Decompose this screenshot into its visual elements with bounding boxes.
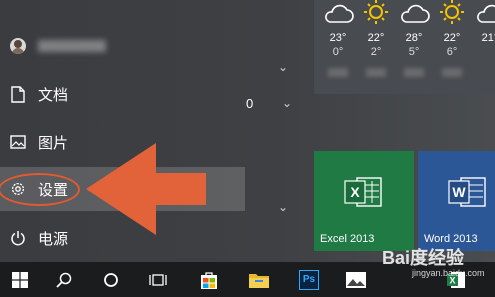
weather-redacted (366, 68, 386, 77)
power-icon (4, 230, 32, 246)
menu-item-documents[interactable]: 文档 (0, 72, 245, 116)
cloud-icon (477, 4, 495, 23)
tile-excel-2013[interactable]: X Excel 2013 (314, 151, 414, 251)
photoshop-icon: Ps (299, 269, 319, 290)
weather-high: 22° (443, 32, 461, 44)
search-icon (56, 272, 72, 288)
weather-high: 28° (405, 32, 423, 44)
chevron-down-icon[interactable]: ⌄ (278, 60, 288, 74)
svg-text:W: W (452, 184, 466, 200)
weather-redacted (404, 68, 424, 77)
start-menu: 文档 图片 设置 电源 ⌄ ⌄ 0 ⌄ 23° 0° 22° 2° 28° 5°… (0, 0, 495, 262)
menu-item-label: 图片 (38, 134, 69, 152)
store-icon (201, 271, 217, 289)
weather-day: 22° 6° (434, 0, 470, 77)
windows-start-button[interactable] (0, 262, 40, 297)
photoshop-button[interactable]: Ps (289, 262, 329, 297)
sun-icon (440, 0, 464, 24)
tile-label: Excel 2013 (320, 233, 375, 245)
menu-item-label: 文档 (38, 86, 69, 104)
store-button[interactable] (189, 262, 229, 297)
weather-day: 21° (472, 0, 495, 44)
task-view-icon (149, 273, 167, 286)
sun-icon (364, 0, 388, 24)
weather-high: 22° (367, 32, 385, 44)
weather-low: 6° (446, 46, 458, 58)
user-account-button[interactable] (0, 24, 245, 68)
picture-icon (4, 135, 32, 149)
username-redacted (38, 40, 106, 52)
photos-button[interactable] (336, 262, 376, 297)
chevron-down-icon[interactable]: ⌄ (282, 96, 292, 110)
windows-start-icon (12, 271, 28, 288)
tile-word-2013[interactable]: W Word 2013 (418, 151, 495, 251)
weather-day: 22° 2° (358, 0, 394, 77)
weather-low: 5° (408, 46, 420, 58)
weather-redacted (328, 68, 348, 77)
menu-item-label: 电源 (38, 230, 69, 248)
word-icon: W (448, 177, 486, 207)
weather-tile[interactable]: 23° 0° 22° 2° 28° 5° 22° 6° 21° (314, 0, 495, 94)
weather-low: 0° (332, 46, 344, 58)
highlight-circle (0, 173, 80, 206)
weather-high: 21° (481, 32, 495, 44)
task-view-button[interactable] (138, 262, 178, 297)
weather-redacted (442, 68, 462, 77)
baidu-watermark-url: jingyan.baidu.com (412, 268, 485, 278)
pointing-arrow-icon (86, 143, 206, 235)
cloud-icon (401, 4, 430, 23)
baidu-watermark: Bai度经验 (382, 248, 465, 268)
cortana-icon (104, 272, 118, 287)
file-explorer-icon (249, 273, 269, 288)
chevron-down-icon[interactable]: ⌄ (278, 200, 288, 214)
excel-icon: X (344, 177, 382, 207)
document-icon (4, 85, 32, 103)
sun-cloud-icon (325, 4, 354, 23)
weather-day: 28° 5° (396, 0, 432, 77)
weather-low: 2° (370, 46, 382, 58)
cortana-button[interactable] (91, 262, 131, 297)
svg-text:X: X (350, 184, 360, 200)
weather-high: 23° (329, 32, 347, 44)
photos-icon (346, 271, 366, 288)
weather-day: 23° 0° (320, 0, 356, 77)
file-explorer-button[interactable] (239, 262, 279, 297)
app-group-letter[interactable]: 0 (246, 96, 253, 111)
search-button[interactable] (44, 262, 84, 297)
user-avatar-icon (10, 38, 26, 54)
